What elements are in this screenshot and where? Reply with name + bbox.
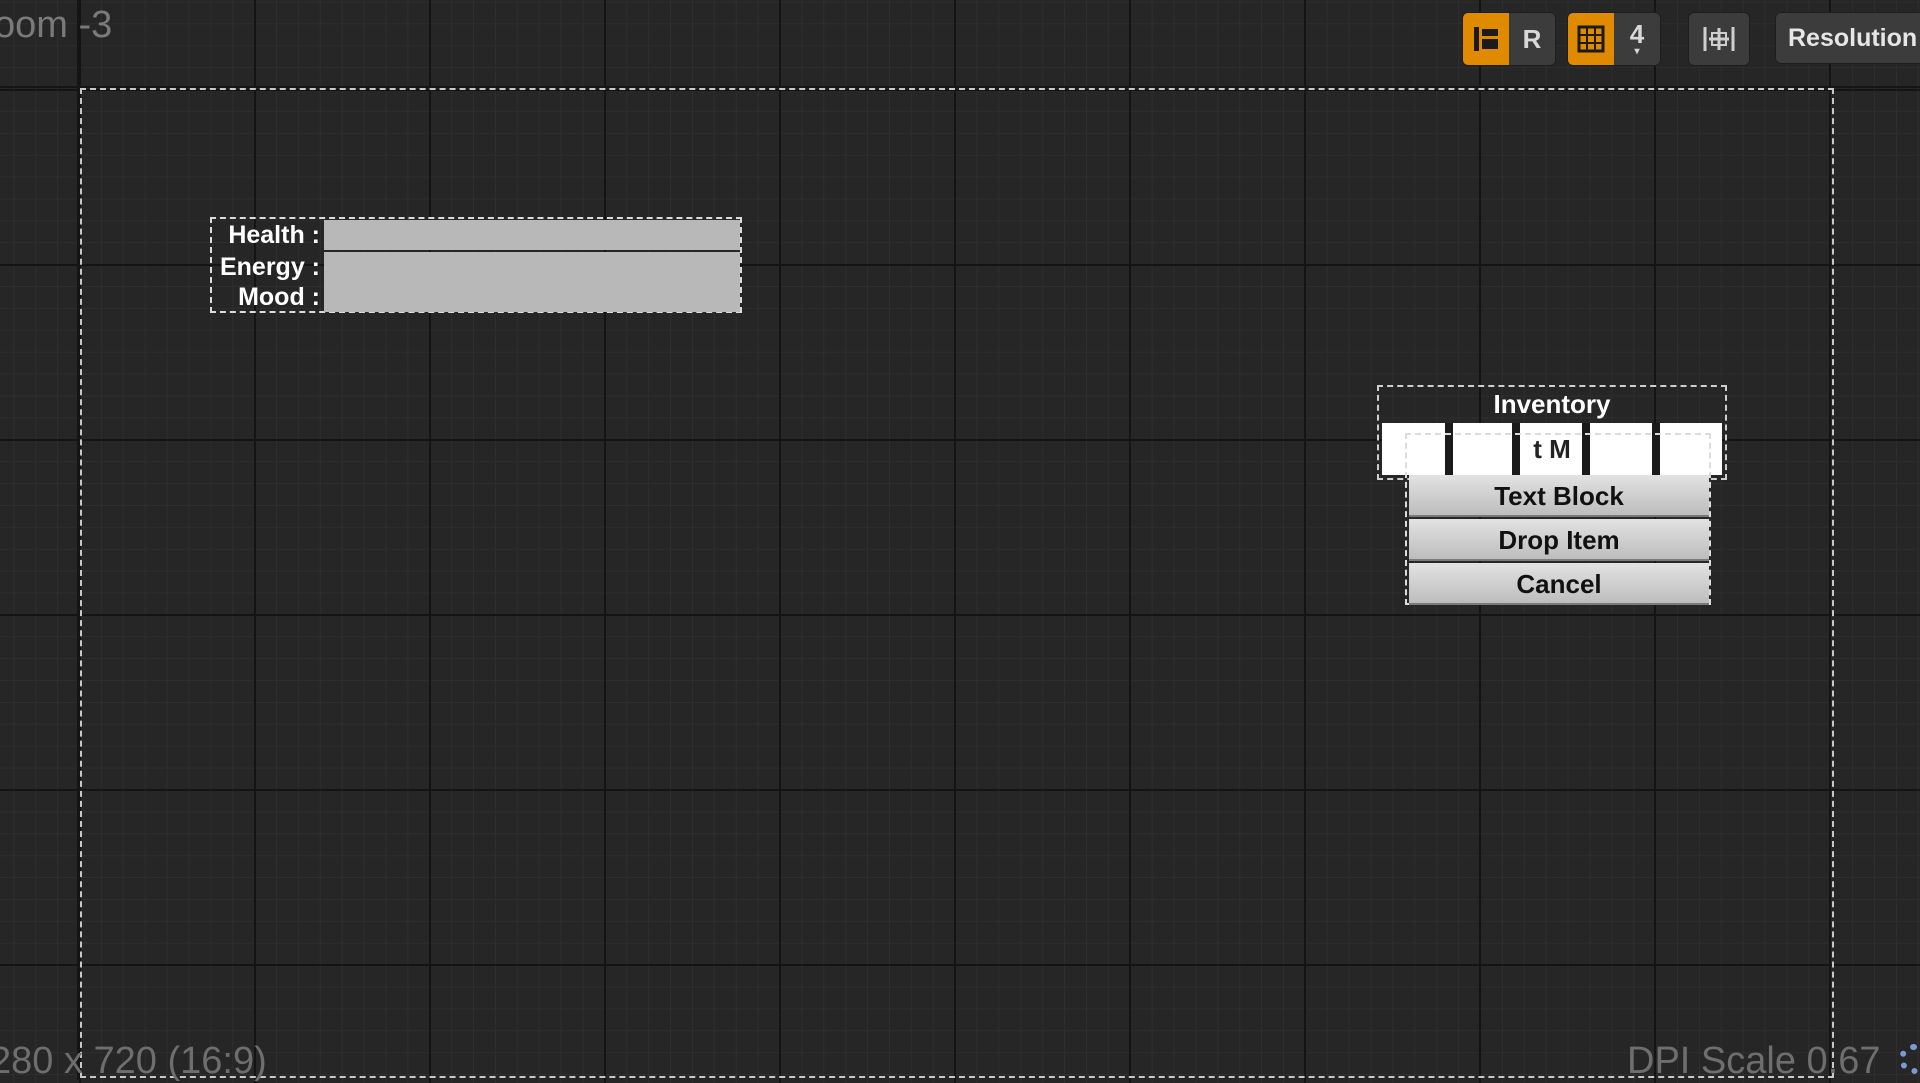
mood-label: Mood :	[238, 283, 320, 311]
stat-row-mood: Mood :	[212, 281, 740, 313]
grid-snap-toolbar-group: 4 ▾	[1567, 12, 1661, 66]
gear-icon[interactable]	[1899, 1044, 1920, 1074]
drop-item-button[interactable]: Drop Item	[1409, 519, 1709, 561]
grid-snap-value: 4	[1629, 19, 1645, 49]
grid-snap-value-dropdown[interactable]: 4 ▾	[1614, 13, 1660, 65]
stats-panel[interactable]: Health : Energy : Mood :	[210, 217, 742, 313]
dpi-scale-readout: DPI Scale 0.67	[1627, 1040, 1881, 1082]
mood-progress-bar[interactable]	[324, 282, 740, 312]
cancel-button[interactable]: Cancel	[1409, 563, 1709, 605]
health-progress-bar[interactable]	[324, 220, 740, 250]
zoom-level-label: oom -3	[0, 4, 113, 46]
stat-row-energy: Energy :	[212, 251, 740, 283]
item-context-menu: Text Block Drop Item Cancel	[1405, 433, 1711, 605]
respect-locks-button[interactable]: R	[1509, 13, 1555, 65]
transform-icon	[1474, 27, 1498, 51]
grid-icon	[1577, 25, 1605, 53]
text-block-button[interactable]: Text Block	[1409, 475, 1709, 517]
chevron-down-icon: ▾	[1634, 46, 1640, 57]
zoom-to-fit-toolbar-group	[1688, 12, 1750, 66]
zoom-to-fit-button[interactable]	[1689, 13, 1749, 65]
resolution-readout: 280 x 720 (16:9)	[0, 1040, 267, 1082]
energy-label: Energy :	[219, 253, 320, 281]
layout-transform-button[interactable]	[1463, 13, 1509, 65]
transform-toolbar-group: R	[1462, 12, 1556, 66]
resolution-dropdown[interactable]: Resolution	[1775, 12, 1920, 64]
health-label: Health :	[228, 221, 320, 249]
resolution-label: Resolution	[1788, 23, 1918, 52]
zoom-to-fit-icon	[1703, 27, 1735, 51]
energy-progress-bar[interactable]	[324, 252, 740, 282]
left-ruler	[77, 0, 79, 1080]
stat-row-health: Health :	[212, 219, 740, 251]
inventory-title: Inventory	[1493, 389, 1611, 419]
grid-snap-toggle-button[interactable]	[1568, 13, 1614, 65]
